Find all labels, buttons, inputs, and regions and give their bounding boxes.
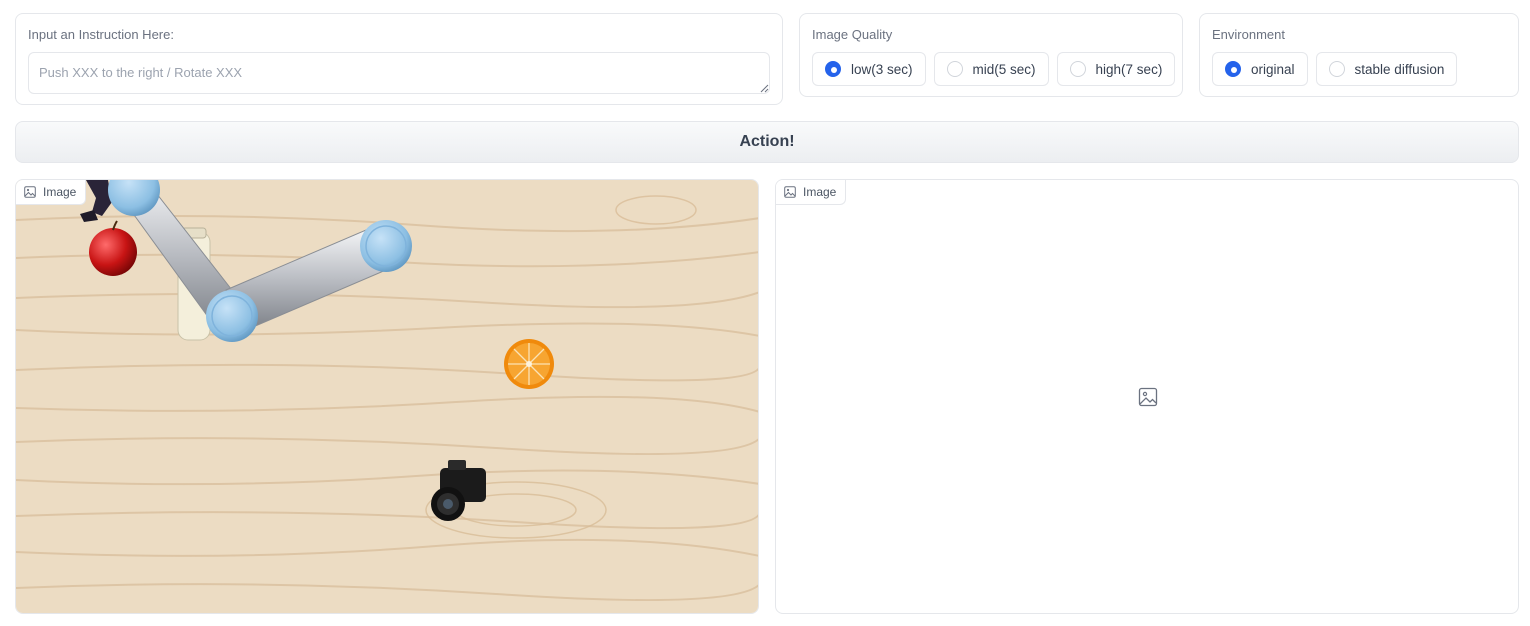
radio-selected-icon[interactable]: [1225, 61, 1241, 77]
instruction-label: Input an Instruction Here:: [28, 27, 174, 42]
environment-option-label: original: [1251, 61, 1295, 77]
quality-option-label: mid(5 sec): [972, 61, 1036, 77]
quality-option-low[interactable]: low(3 sec): [812, 52, 926, 86]
quality-option-high[interactable]: high(7 sec): [1056, 52, 1176, 86]
instruction-panel: Input an Instruction Here:: [15, 13, 783, 105]
environment-option-label: stable diffusion: [1354, 61, 1445, 77]
quality-option-mid[interactable]: mid(5 sec): [933, 52, 1049, 86]
action-button[interactable]: Action!: [15, 121, 1519, 163]
output-image-tag: Image: [776, 180, 847, 205]
environment-option-original[interactable]: original: [1212, 52, 1308, 86]
output-image-label: Image: [803, 185, 837, 199]
environment-options: original stable diffusion: [1212, 52, 1458, 86]
image-quality-panel: Image Quality low(3 sec) mid(5 sec) high…: [799, 13, 1183, 97]
environment-label: Environment: [1212, 27, 1285, 42]
radio-unselected-icon[interactable]: [1328, 61, 1345, 77]
output-image-panel: Image: [775, 179, 1519, 614]
environment-panel: Environment original stable diffusion: [1199, 13, 1519, 97]
radio-unselected-icon[interactable]: [1069, 61, 1086, 77]
environment-option-stable-diffusion[interactable]: stable diffusion: [1315, 52, 1458, 86]
input-image-label: Image: [43, 185, 77, 199]
instruction-input[interactable]: [28, 52, 770, 94]
scene-image: [16, 180, 758, 613]
quality-option-label: low(3 sec): [851, 61, 913, 77]
resize-grip-icon[interactable]: [760, 84, 769, 93]
radio-unselected-icon[interactable]: [946, 61, 963, 77]
image-quality-label: Image Quality: [812, 27, 893, 42]
radio-selected-icon[interactable]: [825, 61, 841, 77]
input-image-tag: Image: [16, 180, 87, 205]
quality-option-label: high(7 sec): [1095, 61, 1163, 77]
image-quality-options: low(3 sec) mid(5 sec) high(7 sec): [812, 52, 1176, 86]
image-placeholder-icon: [1138, 387, 1158, 407]
image-icon: [24, 186, 36, 198]
input-image-panel: Image: [15, 179, 759, 614]
image-icon: [784, 186, 796, 198]
